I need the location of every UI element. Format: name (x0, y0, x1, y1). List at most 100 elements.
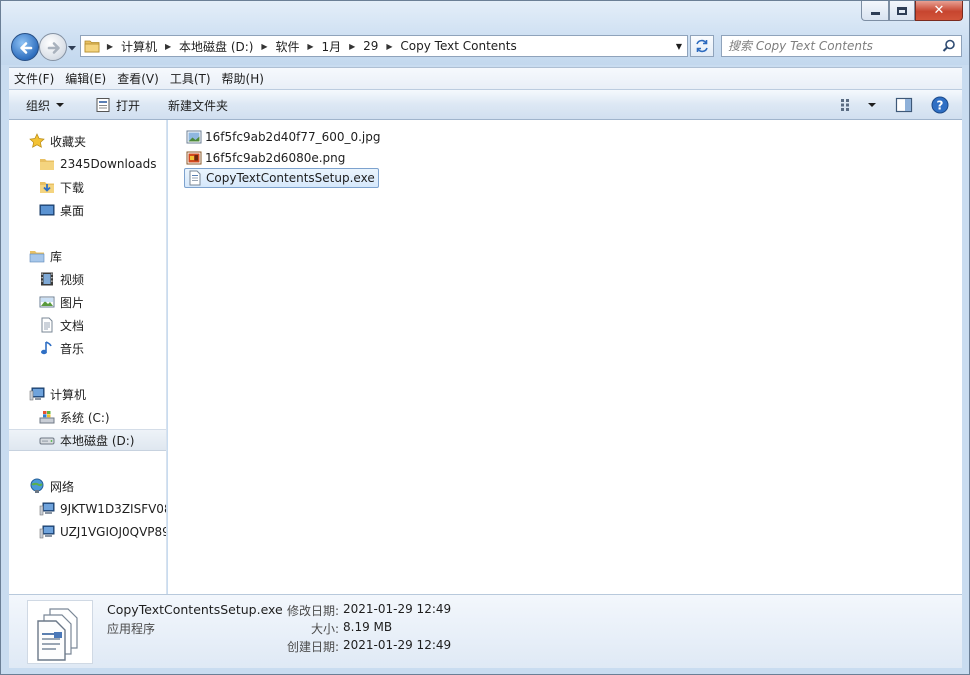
nav-item-label: 文档 (60, 318, 85, 333)
new-folder-label: 新建文件夹 (168, 98, 229, 113)
command-bar: 组织 打开 新建文件夹 ? (9, 89, 962, 120)
chevron-right-icon[interactable]: ▶ (103, 42, 117, 51)
nav-computer-label: 计算机 (50, 387, 87, 402)
modified-date-label: 修改日期: (286, 604, 339, 618)
file-name: CopyTextContentsSetup.exe (206, 171, 375, 185)
nav-item-label: 本地磁盘 (D:) (60, 433, 135, 448)
file-item-png[interactable]: 16f5fc9ab2d6080e.png (184, 148, 348, 168)
recent-pages-dropdown-icon[interactable] (67, 43, 77, 53)
close-button[interactable]: ✕ (915, 1, 963, 21)
chevron-right-icon[interactable]: ▶ (304, 42, 318, 51)
chevron-right-icon[interactable]: ▶ (382, 42, 396, 51)
documents-icon (41, 317, 53, 333)
forward-arrow-icon (47, 42, 60, 54)
folder-icon (81, 36, 103, 56)
menu-help[interactable]: 帮助(H) (217, 70, 269, 87)
nav-item-documents[interactable]: 文档 (9, 314, 166, 336)
created-date-label: 创建日期: (286, 640, 339, 654)
nav-item-label: 2345Downloads (60, 157, 157, 171)
file-item-exe[interactable]: CopyTextContentsSetup.exe (184, 168, 379, 188)
nav-favorites-label: 收藏夹 (50, 134, 87, 149)
nav-item-label: 图片 (60, 295, 85, 310)
file-item-jpg[interactable]: 16f5fc9ab2d40f77_600_0.jpg (184, 127, 384, 147)
chevron-right-icon[interactable]: ▶ (257, 42, 271, 51)
breadcrumb-29[interactable]: 29 (359, 39, 382, 53)
star-icon (29, 133, 45, 148)
nav-item-videos[interactable]: 视频 (9, 268, 166, 290)
nav-item-pictures[interactable]: 图片 (9, 291, 166, 313)
details-file-type: 应用程序 (107, 622, 156, 636)
nav-item-network-pc-2[interactable]: UZJ1VGIOJ0QVP89 (9, 521, 166, 543)
open-button[interactable]: 打开 (95, 90, 140, 120)
refresh-icon (696, 39, 708, 53)
downloads-folder-icon (40, 182, 54, 193)
minimize-button[interactable] (861, 1, 889, 21)
refresh-button[interactable] (690, 35, 714, 57)
network-computer-icon (39, 525, 55, 539)
back-button[interactable] (11, 33, 39, 61)
nav-item-desktop[interactable]: 桌面 (9, 199, 166, 221)
help-button[interactable]: ? (931, 90, 949, 120)
search-box[interactable] (721, 35, 962, 57)
png-file-icon (186, 151, 202, 165)
address-dropdown-icon[interactable]: ▼ (671, 36, 687, 56)
desktop-icon (39, 204, 55, 216)
preview-pane-icon (895, 97, 913, 113)
folder-icon (40, 159, 54, 170)
breadcrumb-computer[interactable]: 计算机 (117, 38, 161, 55)
breadcrumb-january[interactable]: 1月 (318, 38, 346, 55)
nav-item-label: 系统 (C:) (60, 410, 110, 425)
back-arrow-icon (20, 42, 33, 54)
created-date-value: 2021-01-29 12:49 (343, 638, 452, 652)
nav-item-system-c[interactable]: 系统 (C:) (9, 406, 166, 428)
nav-item-label: 桌面 (60, 203, 85, 218)
music-note-icon (41, 341, 52, 355)
close-icon: ✕ (933, 3, 945, 18)
chevron-down-icon (56, 103, 65, 107)
nav-favorites[interactable]: 收藏夹 (9, 130, 166, 152)
address-bar[interactable]: ▶ 计算机 ▶ 本地磁盘 (D:) ▶ 软件 ▶ 1月 ▶ 29 ▶ Copy … (80, 35, 688, 57)
nav-computer[interactable]: 计算机 (9, 383, 166, 405)
maximize-button[interactable] (889, 1, 915, 21)
file-list[interactable]: 16f5fc9ab2d40f77_600_0.jpg 16f5fc9ab2d60… (168, 120, 962, 594)
nav-item-label: 音乐 (60, 341, 85, 356)
menu-file[interactable]: 文件(F) (9, 70, 59, 87)
nav-network[interactable]: 网络 (9, 475, 166, 497)
new-folder-button[interactable]: 新建文件夹 (168, 90, 228, 120)
nav-item-local-disk-d[interactable]: 本地磁盘 (D:) (9, 429, 166, 451)
breadcrumb-drive-d[interactable]: 本地磁盘 (D:) (175, 38, 257, 55)
nav-item-label: 视频 (60, 272, 85, 287)
nav-libraries-label: 库 (50, 249, 63, 264)
preview-pane-button[interactable] (895, 90, 913, 120)
pictures-icon (39, 296, 55, 308)
breadcrumb-copy-text-contents[interactable]: Copy Text Contents (396, 39, 520, 53)
menu-edit[interactable]: 编辑(E) (60, 70, 111, 87)
menu-view[interactable]: 查看(V) (112, 70, 164, 87)
nav-item-2345downloads[interactable]: 2345Downloads (9, 153, 166, 175)
search-input[interactable] (722, 36, 932, 56)
nav-libraries[interactable]: 库 (9, 245, 166, 267)
nav-item-label: 下载 (60, 180, 85, 195)
breadcrumb-software[interactable]: 软件 (271, 38, 303, 55)
chevron-right-icon[interactable]: ▶ (345, 42, 359, 51)
size-value: 8.19 MB (343, 620, 393, 634)
forward-button[interactable] (39, 33, 67, 61)
file-preview-thumbnail (27, 600, 93, 664)
system-drive-icon (39, 411, 55, 424)
chevron-right-icon[interactable]: ▶ (161, 42, 175, 51)
nav-item-label: 9JKTW1D3ZISFV08 (60, 502, 166, 516)
network-computer-icon (39, 502, 55, 516)
chevron-down-icon[interactable] (868, 103, 876, 107)
modified-date-value: 2021-01-29 12:49 (343, 602, 452, 616)
search-icon[interactable] (942, 39, 956, 53)
change-view-button[interactable] (840, 90, 876, 120)
help-icon: ? (931, 96, 949, 114)
nav-item-network-pc-1[interactable]: 9JKTW1D3ZISFV08 (9, 498, 166, 520)
jpg-file-icon (186, 130, 202, 144)
nav-item-downloads[interactable]: 下载 (9, 176, 166, 198)
nav-item-music[interactable]: 音乐 (9, 337, 166, 359)
size-label: 大小: (310, 622, 339, 636)
maximize-icon (897, 6, 907, 15)
menu-tools[interactable]: 工具(T) (165, 70, 216, 87)
organize-button[interactable]: 组织 (26, 90, 65, 120)
